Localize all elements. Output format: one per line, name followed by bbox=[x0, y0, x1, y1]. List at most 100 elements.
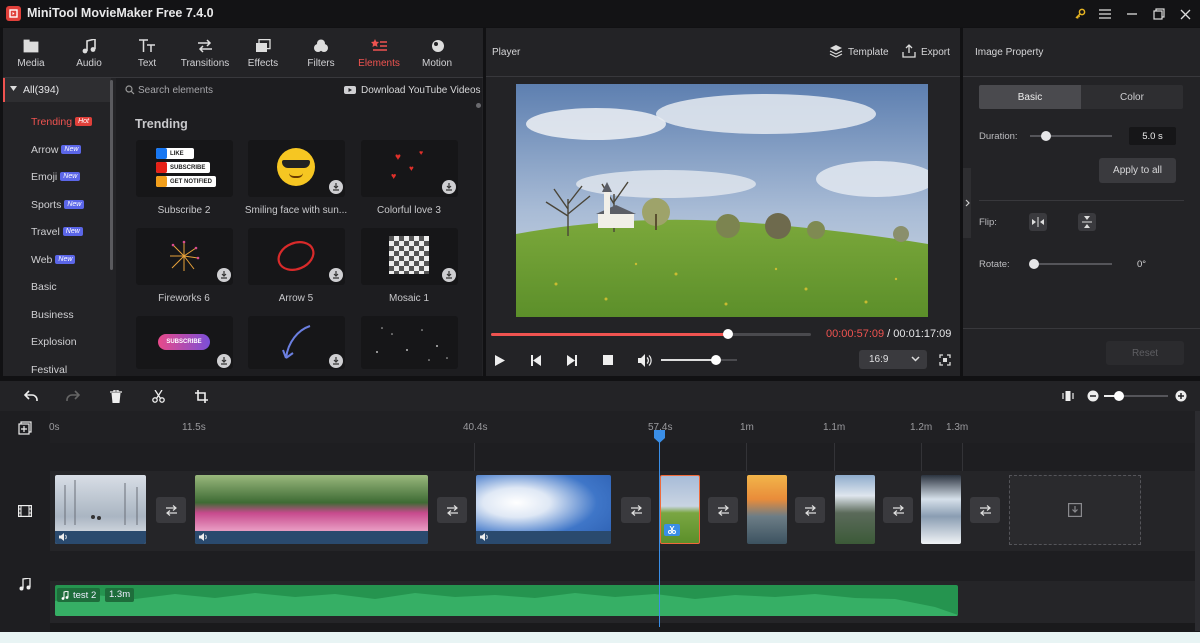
menu-icon[interactable] bbox=[1096, 5, 1114, 23]
download-icon[interactable] bbox=[329, 354, 343, 368]
key-icon[interactable] bbox=[1071, 5, 1089, 23]
video-preview[interactable] bbox=[516, 84, 928, 317]
tab-transitions[interactable]: Transitions bbox=[177, 37, 233, 77]
drop-zone[interactable] bbox=[1009, 475, 1141, 545]
apply-to-all-button[interactable]: Apply to all bbox=[1099, 158, 1176, 183]
element-tile-arrow-5[interactable] bbox=[248, 228, 345, 285]
playhead-handle[interactable] bbox=[654, 430, 665, 443]
search-input[interactable]: Search elements bbox=[138, 85, 213, 96]
tab-media[interactable]: Media bbox=[3, 37, 59, 77]
previous-frame-icon[interactable] bbox=[529, 353, 543, 367]
video-clip[interactable] bbox=[921, 475, 961, 544]
template-button[interactable]: Template bbox=[848, 47, 889, 58]
minimize-icon[interactable] bbox=[1123, 5, 1141, 23]
download-icon[interactable] bbox=[329, 180, 343, 194]
category-arrow[interactable]: Arrow New bbox=[31, 144, 82, 156]
download-icon[interactable] bbox=[442, 268, 456, 282]
transition-slot[interactable] bbox=[795, 497, 825, 523]
element-tile-arrow-curve[interactable] bbox=[248, 316, 345, 369]
redo-icon[interactable] bbox=[65, 388, 81, 404]
tab-motion[interactable]: Motion bbox=[409, 37, 465, 77]
playback-track[interactable] bbox=[491, 333, 811, 336]
zoom-out-icon[interactable] bbox=[1086, 389, 1100, 403]
clip-volume-bar[interactable] bbox=[195, 531, 428, 544]
category-scrollbar[interactable] bbox=[110, 80, 113, 270]
category-sports[interactable]: Sports New bbox=[31, 199, 85, 211]
tab-audio[interactable]: Audio bbox=[61, 37, 117, 77]
download-icon[interactable] bbox=[329, 268, 343, 282]
grid-scrollbar[interactable] bbox=[476, 103, 481, 108]
crop-icon[interactable] bbox=[193, 388, 209, 404]
flip-vertical-icon[interactable] bbox=[1078, 213, 1096, 231]
undo-icon[interactable] bbox=[23, 388, 39, 404]
transition-slot[interactable] bbox=[883, 497, 913, 523]
category-all[interactable]: All(394) bbox=[3, 78, 111, 102]
category-web[interactable]: Web New bbox=[31, 254, 76, 266]
video-clip[interactable] bbox=[835, 475, 875, 544]
zoom-in-icon[interactable] bbox=[1174, 389, 1188, 403]
category-explosion[interactable]: Explosion bbox=[31, 336, 77, 348]
category-festival[interactable]: Festival bbox=[31, 364, 67, 376]
panel-collapse-handle[interactable] bbox=[963, 168, 971, 238]
category-travel[interactable]: Travel New bbox=[31, 226, 83, 238]
element-tile-particles[interactable] bbox=[361, 316, 458, 369]
stop-icon[interactable] bbox=[601, 353, 615, 367]
audio-clip[interactable]: test 2 1.3m bbox=[55, 585, 958, 616]
download-icon[interactable] bbox=[217, 354, 231, 368]
category-basic[interactable]: Basic bbox=[31, 281, 57, 293]
clip-volume-bar[interactable] bbox=[476, 531, 611, 544]
tab-effects[interactable]: Effects bbox=[235, 37, 291, 77]
maximize-icon[interactable] bbox=[1150, 5, 1168, 23]
transition-slot[interactable] bbox=[708, 497, 738, 523]
tab-filters[interactable]: Filters bbox=[293, 37, 349, 77]
video-clip[interactable] bbox=[195, 475, 428, 544]
aspect-ratio-select[interactable]: 16:9 bbox=[859, 350, 927, 369]
flip-horizontal-icon[interactable] bbox=[1029, 213, 1047, 231]
fullscreen-icon[interactable] bbox=[938, 353, 952, 367]
playback-knob[interactable] bbox=[722, 329, 733, 339]
add-track-icon[interactable] bbox=[17, 420, 33, 436]
tab-elements[interactable]: Elements bbox=[351, 37, 407, 77]
download-icon[interactable] bbox=[217, 268, 231, 282]
element-tile-colorful-love[interactable]: ♥ ♥ ♥ ♥ bbox=[361, 140, 458, 197]
transition-slot[interactable] bbox=[621, 497, 651, 523]
category-trending[interactable]: Trending Hot bbox=[31, 116, 92, 128]
category-emoji[interactable]: Emoji New bbox=[31, 171, 81, 183]
play-icon[interactable] bbox=[493, 353, 507, 367]
video-clip[interactable] bbox=[747, 475, 787, 544]
rotate-slider-knob[interactable] bbox=[1029, 259, 1039, 269]
timeline-scrollbar[interactable] bbox=[1195, 411, 1200, 631]
time-ruler[interactable] bbox=[50, 411, 1195, 443]
element-tile-subscribe-banner[interactable]: SUBSCRIBE bbox=[136, 316, 233, 369]
volume-track[interactable] bbox=[661, 359, 737, 361]
category-business[interactable]: Business bbox=[31, 309, 74, 321]
volume-icon[interactable] bbox=[637, 352, 653, 368]
transition-slot[interactable] bbox=[970, 497, 1000, 523]
duration-input[interactable]: 5.0 s bbox=[1129, 127, 1176, 145]
element-tile-smiling-face[interactable] bbox=[248, 140, 345, 197]
element-tile-fireworks[interactable] bbox=[136, 228, 233, 285]
delete-icon[interactable] bbox=[108, 388, 124, 404]
tab-basic[interactable]: Basic bbox=[979, 85, 1081, 109]
video-clip[interactable] bbox=[55, 475, 146, 544]
fit-timeline-icon[interactable] bbox=[1061, 388, 1075, 404]
split-marker-icon[interactable] bbox=[664, 524, 680, 536]
zoom-slider-knob[interactable] bbox=[1114, 391, 1124, 401]
element-tile-subscribe-2[interactable]: LIKE SUBSCRIBE GET NOTIFIED bbox=[136, 140, 233, 197]
clip-volume-bar[interactable] bbox=[55, 531, 146, 544]
download-youtube-link[interactable]: Download YouTube Videos bbox=[361, 85, 481, 96]
rotate-slider-track[interactable] bbox=[1030, 263, 1112, 265]
download-icon[interactable] bbox=[442, 180, 456, 194]
close-icon[interactable] bbox=[1176, 5, 1194, 23]
element-tile-mosaic[interactable] bbox=[361, 228, 458, 285]
transition-slot[interactable] bbox=[156, 497, 186, 523]
video-clip-selected[interactable] bbox=[660, 475, 700, 544]
video-clip[interactable] bbox=[476, 475, 611, 544]
next-frame-icon[interactable] bbox=[565, 353, 579, 367]
transition-slot[interactable] bbox=[437, 497, 467, 523]
tab-color[interactable]: Color bbox=[1081, 85, 1183, 109]
tab-text[interactable]: Text bbox=[119, 37, 175, 77]
reset-button[interactable]: Reset bbox=[1106, 341, 1184, 365]
split-scissors-icon[interactable] bbox=[150, 388, 166, 404]
export-button[interactable]: Export bbox=[921, 47, 950, 58]
